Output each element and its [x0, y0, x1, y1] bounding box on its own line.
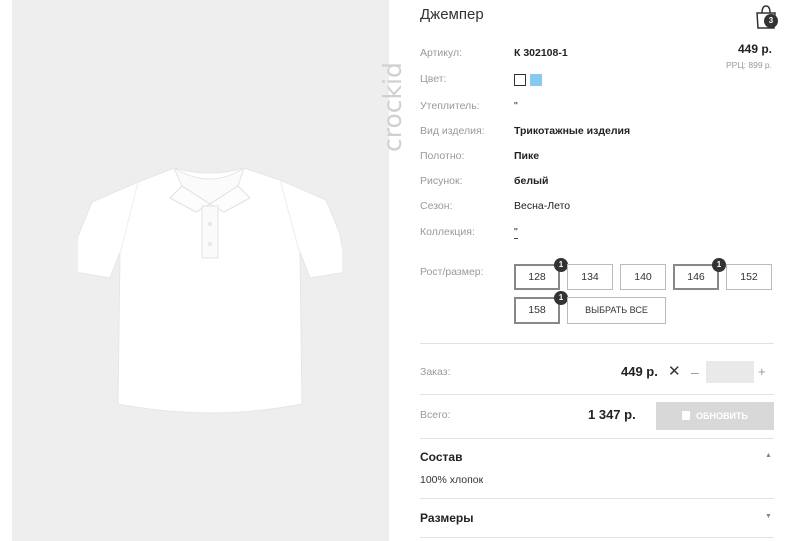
- detail-value[interactable]: ": [514, 226, 518, 239]
- brand-logo: crockid: [378, 62, 407, 152]
- size-option-152[interactable]: 152: [726, 264, 772, 290]
- total-value: 1 347 р.: [588, 407, 636, 422]
- divider: [420, 394, 774, 395]
- detail-value: К 302108-1: [514, 47, 568, 59]
- size-option-134[interactable]: 134: [567, 264, 613, 290]
- divider: [420, 498, 774, 499]
- detail-value: Пике: [514, 150, 540, 162]
- select-all-sizes-button[interactable]: ВЫБРАТЬ ВСЕ: [567, 297, 666, 324]
- detail-label: Утеплитель:: [420, 100, 480, 112]
- quantity-decrease-button[interactable]: –: [691, 364, 699, 380]
- size-count-badge: 1: [554, 258, 568, 272]
- divider: [420, 343, 774, 344]
- quantity-increase-button[interactable]: +: [758, 364, 766, 379]
- chevron-down-icon[interactable]: ▼: [765, 513, 772, 520]
- product-title: Джемпер: [420, 6, 484, 23]
- divider: [420, 537, 774, 538]
- detail-value: ": [514, 100, 518, 112]
- order-unit-price: 449 р.: [621, 364, 658, 379]
- detail-label: Артикул:: [420, 47, 463, 59]
- composition-text: 100% хлопок: [420, 474, 484, 486]
- total-label: Всего:: [420, 409, 451, 421]
- composition-accordion-header[interactable]: Состав: [420, 450, 462, 464]
- cart-count-badge: 3: [764, 14, 778, 28]
- recommended-price: РРЦ: 899 р.: [726, 60, 772, 70]
- polo-shirt-image: [78, 166, 342, 414]
- size-option-128[interactable]: 128: [514, 264, 560, 290]
- detail-value: белый: [514, 175, 549, 187]
- detail-label: Сезон:: [420, 200, 453, 212]
- size-option-158[interactable]: 158: [514, 297, 560, 324]
- size-count-badge: 1: [712, 258, 726, 272]
- detail-value: Весна-Лето: [514, 200, 571, 212]
- color-swatch-white[interactable]: [514, 74, 526, 86]
- size-count-badge: 1: [554, 291, 568, 305]
- detail-label: Коллекция:: [420, 226, 475, 238]
- detail-value: Трикотажные изделия: [514, 125, 631, 137]
- size-label: Рост/размер:: [420, 266, 484, 278]
- quantity-input[interactable]: [706, 361, 754, 383]
- detail-label: Вид изделия:: [420, 125, 485, 137]
- sizes-accordion-header[interactable]: Размеры: [420, 511, 473, 525]
- update-cart-button[interactable]: ОБНОВИТЬ: [656, 402, 774, 430]
- detail-label: Полотно:: [420, 150, 465, 162]
- divider: [420, 438, 774, 439]
- bag-icon: [682, 411, 691, 420]
- update-button-label: ОБНОВИТЬ: [696, 411, 748, 421]
- product-price: 449 р.: [737, 42, 772, 56]
- chevron-up-icon[interactable]: ▲: [765, 452, 772, 459]
- detail-label: Рисунок:: [420, 175, 463, 187]
- order-label: Заказ:: [420, 366, 451, 378]
- multiply-icon: ✕: [668, 363, 681, 380]
- product-image[interactable]: crockid: [12, 0, 407, 541]
- detail-label: Цвет:: [420, 73, 447, 85]
- color-swatch-light-blue[interactable]: [530, 74, 542, 86]
- brand-watermark: crockid: [330, 18, 407, 153]
- size-option-140[interactable]: 140: [620, 264, 666, 290]
